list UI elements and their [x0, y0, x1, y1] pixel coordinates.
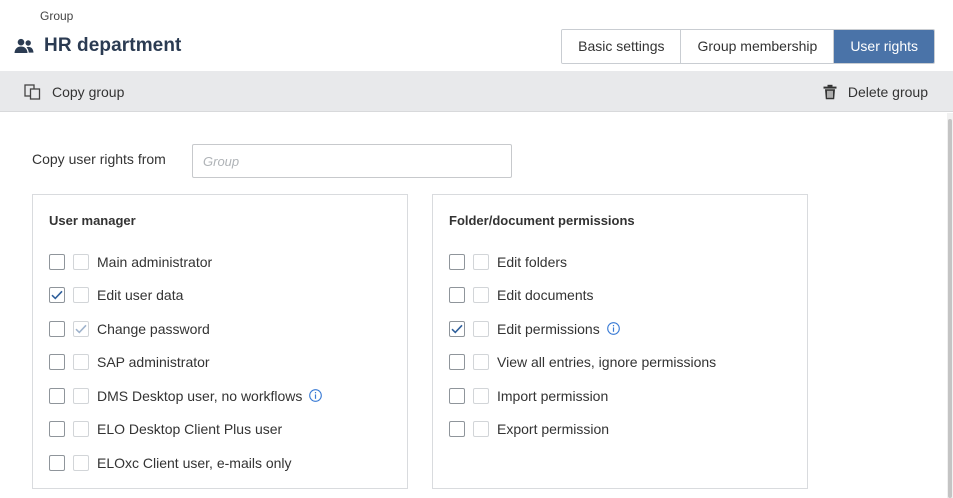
permission-label: Edit user data: [97, 287, 184, 304]
inherited-permission-checkbox: [473, 253, 489, 270]
permission-item: View all entries, ignore permissions: [449, 346, 716, 380]
permission-label: ELO Desktop Client Plus user: [97, 421, 283, 438]
permission-label: Import permission: [497, 387, 609, 404]
permission-checkbox[interactable]: [449, 354, 465, 371]
tab-user-rights[interactable]: User rights: [834, 30, 934, 63]
permission-item: Import permission: [449, 379, 716, 413]
permission-item: Edit folders: [449, 245, 716, 279]
permission-label: View all entries, ignore permissions: [497, 354, 717, 371]
permission-checkbox[interactable]: [49, 387, 65, 404]
user-manager-panel: User manager Main administrator Edit user…: [32, 194, 408, 489]
copy-rights-label: Copy user rights from: [32, 151, 166, 167]
tab-basic-settings[interactable]: Basic settings: [562, 30, 682, 63]
permission-item: Edit documents: [449, 279, 716, 313]
folder-permissions-list: Edit folders Edit documents Edit permissio…: [449, 245, 716, 446]
inherited-permission-checkbox: [73, 421, 89, 438]
permission-item: DMS Desktop user, no workflows: [49, 379, 323, 413]
info-icon[interactable]: [309, 389, 323, 403]
permission-item: Edit permissions: [449, 312, 716, 346]
delete-group-label: Delete group: [847, 83, 928, 100]
permission-label: Main administrator: [97, 253, 213, 270]
scrollbar[interactable]: [947, 113, 953, 498]
tab-bar: Basic settings Group membership User rig…: [561, 29, 935, 64]
permission-item: ELOxc Client user, e-mails only: [49, 446, 322, 480]
delete-group-button[interactable]: Delete group: [823, 71, 928, 112]
inherited-permission-checkbox: [473, 354, 489, 371]
inherited-permission-checkbox: [473, 387, 489, 404]
inherited-permission-checkbox: [73, 454, 89, 471]
permission-checkbox[interactable]: [49, 253, 65, 270]
people-icon: [14, 38, 34, 53]
permission-checkbox[interactable]: [49, 320, 65, 337]
permission-label: ELOxc Client user, e-mails only: [97, 454, 292, 471]
permission-item: ELO Desktop Client Plus user: [49, 413, 322, 447]
permission-label: Edit documents: [497, 287, 594, 304]
folder-permissions-panel: Folder/document permissions Edit folders…: [432, 194, 808, 489]
permission-item: SAP administrator: [49, 346, 322, 380]
permission-item: Main administrator: [49, 245, 322, 279]
user-manager-title: User manager: [49, 213, 136, 228]
permission-checkbox[interactable]: [449, 287, 465, 304]
permission-label: Edit permissions: [497, 320, 600, 337]
inherited-permission-checkbox: [473, 421, 489, 438]
toolbar: Copy group Delete group: [0, 71, 953, 112]
inherited-permission-checkbox: [73, 387, 89, 404]
permission-checkbox[interactable]: [49, 354, 65, 371]
page-title: HR department: [44, 35, 182, 56]
page-header: HR department: [14, 35, 181, 57]
inherited-permission-checkbox: [73, 287, 89, 304]
permission-checkbox[interactable]: [449, 421, 465, 438]
copy-group-label: Copy group: [52, 83, 125, 100]
copy-icon: [24, 83, 41, 100]
copy-group-button[interactable]: Copy group: [24, 71, 124, 112]
permission-checkbox[interactable]: [449, 253, 465, 270]
permission-label: SAP administrator: [97, 354, 210, 371]
inherited-permission-checkbox: [473, 320, 489, 337]
permission-checkbox[interactable]: [49, 287, 65, 304]
folder-permissions-title: Folder/document permissions: [449, 213, 635, 228]
copy-rights-row: Copy user rights from: [32, 144, 512, 178]
permission-label: DMS Desktop user, no workflows: [97, 387, 303, 404]
info-icon[interactable]: [606, 322, 620, 336]
permission-checkbox[interactable]: [449, 387, 465, 404]
permission-item: Change password: [49, 312, 322, 346]
permission-item: Export permission: [449, 413, 716, 447]
copy-rights-group-input[interactable]: [192, 144, 512, 178]
permission-label: Export permission: [497, 421, 610, 438]
inherited-permission-checkbox: [473, 287, 489, 304]
permission-checkbox[interactable]: [449, 320, 465, 337]
inherited-permission-checkbox: [73, 354, 89, 371]
inherited-permission-checkbox: [73, 253, 89, 270]
inherited-permission-checkbox: [73, 320, 89, 337]
breadcrumb[interactable]: Group: [40, 9, 73, 23]
permission-label: Edit folders: [497, 253, 568, 270]
scrollbar-thumb[interactable]: [948, 119, 952, 498]
permission-item: Edit user data: [49, 279, 322, 313]
tab-group-membership[interactable]: Group membership: [681, 30, 835, 63]
permission-checkbox[interactable]: [49, 454, 65, 471]
permission-label: Change password: [97, 320, 210, 337]
permission-checkbox[interactable]: [49, 421, 65, 438]
user-manager-list: Main administrator Edit user data Change p…: [49, 245, 323, 480]
trash-icon: [823, 84, 837, 99]
